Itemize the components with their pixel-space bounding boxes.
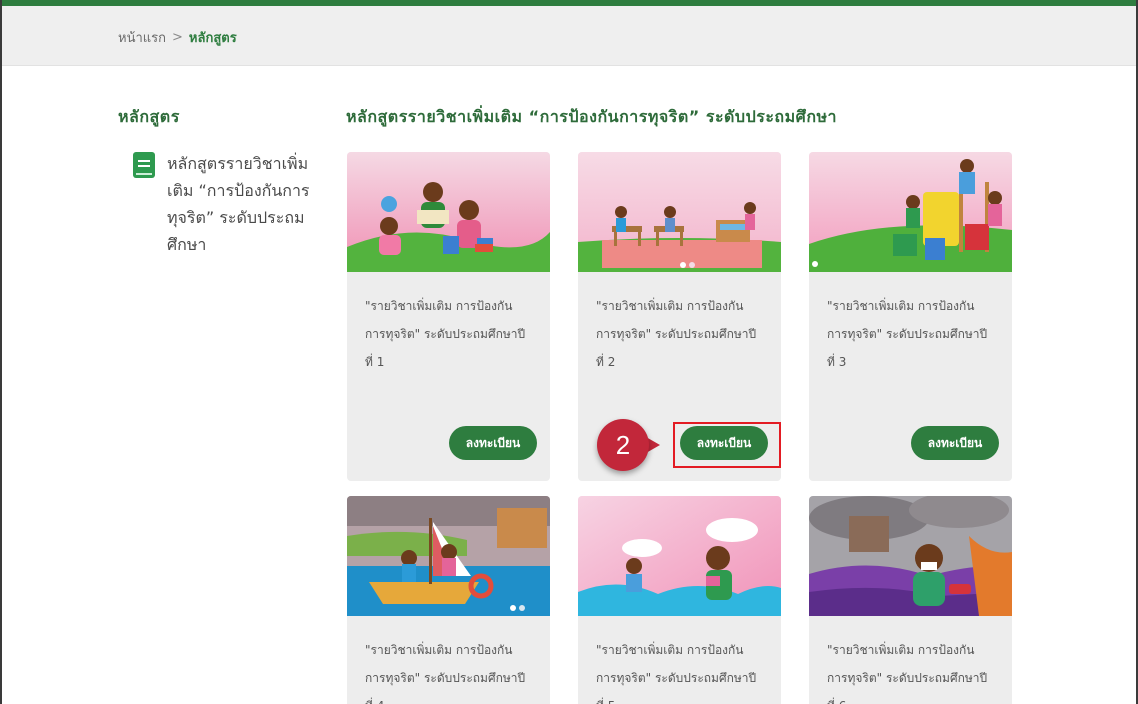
- window-frame-left: [0, 0, 2, 704]
- course-card-5[interactable]: "รายวิชาเพิ่มเติม การป้องกันการทุจริต" ร…: [578, 496, 781, 704]
- breadcrumb-home-link[interactable]: หน้าแรก: [118, 27, 166, 48]
- course-caption-3: "รายวิชาเพิ่มเติม การป้องกันการทุจริต" ร…: [827, 299, 988, 369]
- breadcrumb-current: หลักสูตร: [188, 31, 237, 46]
- step-badge: 2: [597, 419, 649, 471]
- sidebar-item-label: หลักสูตรรายวิชาเพิ่มเติม “การป้องกันการท…: [167, 154, 310, 254]
- sidebar-item-course[interactable]: หลักสูตรรายวิชาเพิ่มเติม “การป้องกันการท…: [133, 150, 338, 258]
- course-thumbnail-5: [578, 496, 781, 616]
- course-thumbnail-4: [347, 496, 550, 616]
- breadcrumb-separator: >: [172, 30, 183, 45]
- course-thumbnail-3: [809, 152, 1012, 272]
- sidebar-title: หลักสูตร: [118, 107, 180, 126]
- breadcrumb: หน้าแรก > หลักสูตร: [118, 27, 237, 48]
- course-caption-1: "รายวิชาเพิ่มเติม การป้องกันการทุจริต" ร…: [365, 299, 526, 369]
- course-card-6[interactable]: "รายวิชาเพิ่มเติม การป้องกันการทุจริต" ร…: [809, 496, 1012, 704]
- course-card-1[interactable]: "รายวิชาเพิ่มเติม การป้องกันการทุจริต" ร…: [347, 152, 550, 481]
- course-card-3[interactable]: "รายวิชาเพิ่มเติม การป้องกันการทุจริต" ร…: [809, 152, 1012, 481]
- highlight-box: [673, 422, 781, 468]
- course-caption-5: "รายวิชาเพิ่มเติม การป้องกันการทุจริต" ร…: [596, 643, 757, 704]
- course-caption-6: "รายวิชาเพิ่มเติม การป้องกันการทุจริต" ร…: [827, 643, 988, 704]
- course-thumbnail-6: [809, 496, 1012, 616]
- register-button-3[interactable]: ลงทะเบียน: [911, 426, 999, 460]
- course-thumbnail-2: [578, 152, 781, 272]
- register-button-1[interactable]: ลงทะเบียน: [449, 426, 537, 460]
- course-caption-4: "รายวิชาเพิ่มเติม การป้องกันการทุจริต" ร…: [365, 643, 526, 704]
- course-thumbnail-1: [347, 152, 550, 272]
- book-icon: [133, 152, 155, 178]
- breadcrumb-bar: หน้าแรก > หลักสูตร: [2, 6, 1136, 66]
- page-title: หลักสูตรรายวิชาเพิ่มเติม “การป้องกันการท…: [346, 107, 838, 126]
- course-caption-2: "รายวิชาเพิ่มเติม การป้องกันการทุจริต" ร…: [596, 299, 757, 369]
- course-card-4[interactable]: "รายวิชาเพิ่มเติม การป้องกันการทุจริต" ร…: [347, 496, 550, 704]
